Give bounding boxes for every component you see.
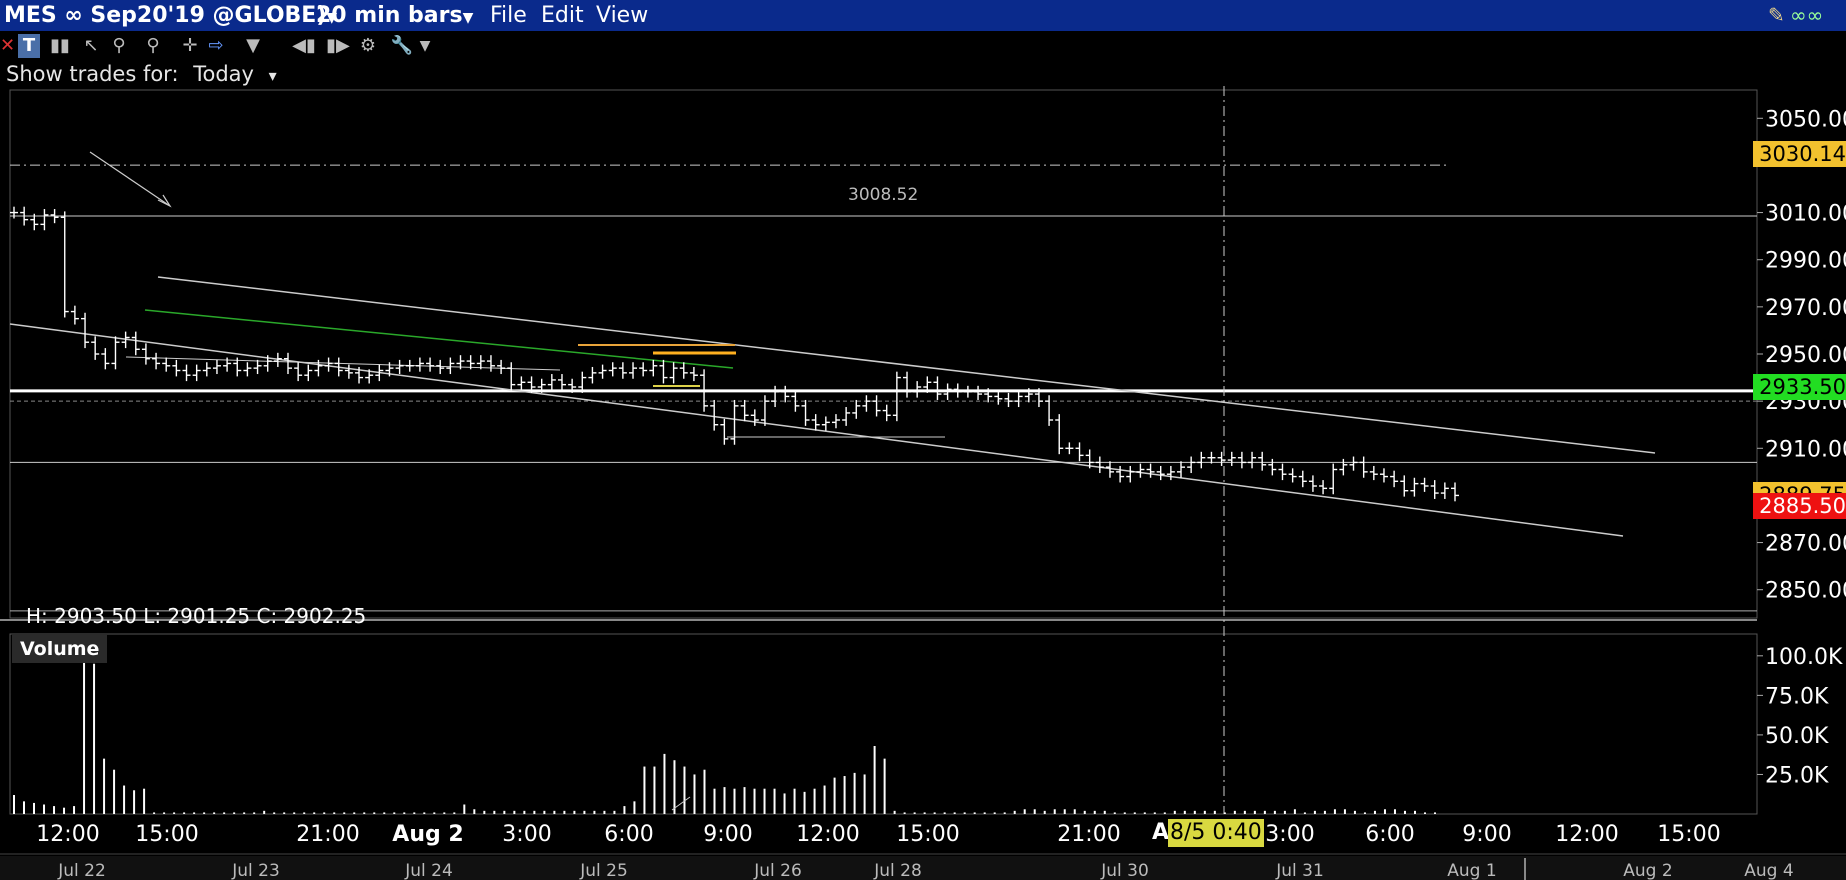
x-time-label: 12:00 — [796, 822, 859, 847]
volume-tick-label: 75.0K — [1765, 684, 1829, 709]
arrow-annotation-line — [89, 151, 171, 207]
y-tick-label: 3010.00 — [1765, 202, 1846, 227]
x-date-label: Aug 1 — [1447, 861, 1496, 880]
y-tick-label: 3050.00 — [1765, 107, 1846, 132]
lower-trendline — [9, 323, 1624, 537]
volume-tick-label: 25.0K — [1765, 763, 1829, 788]
x-date-label: Jul 22 — [57, 861, 106, 880]
y-tick-label: 2990.00 — [1765, 249, 1846, 274]
x-time-label: 12:00 — [1555, 822, 1618, 847]
x-time-label: Aug 2 — [392, 822, 463, 847]
crosshair-date-prefix: A — [1152, 820, 1170, 845]
volume-tick-label: 50.0K — [1765, 724, 1829, 749]
x-time-label: 9:00 — [1462, 822, 1511, 847]
level-value-label: 3008.52 — [848, 185, 918, 205]
price-tag-3030: 3030.14 — [1753, 141, 1846, 167]
volume-tick-label: 100.0K — [1765, 645, 1843, 670]
volume-pane-border — [9, 633, 1758, 815]
x-date-label: Aug 2 — [1623, 861, 1672, 880]
x-date-label: Jul 24 — [404, 861, 453, 880]
y-tick-label: 2870.00 — [1765, 532, 1846, 557]
x-time-label: 9:00 — [703, 822, 752, 847]
price-pane-border — [9, 89, 1758, 619]
volume-pane-label: Volume — [12, 635, 108, 663]
x-time-label: 15:00 — [135, 822, 198, 847]
price-tag-2885: 2885.50 — [1753, 493, 1846, 519]
x-date-label: Jul 30 — [1100, 861, 1149, 880]
x-time-label: 21:00 — [1057, 822, 1120, 847]
price-tag-2933: 2933.50 — [1753, 374, 1846, 400]
x-time-label: 6:00 — [1365, 822, 1414, 847]
x-time-label: 15:00 — [1657, 822, 1720, 847]
y-tick-label: 2910.00 — [1765, 437, 1846, 462]
x-time-label: 6:00 — [604, 822, 653, 847]
hlc-readout: H: 2903.50 L: 2901.25 C: 2902.25 — [26, 604, 367, 628]
x-date-label: Jul 28 — [873, 861, 922, 880]
crosshair-time-label: 8/5 0:40 — [1168, 819, 1264, 847]
x-date-label: Jul 25 — [579, 861, 628, 880]
x-date-label: Jul 23 — [231, 861, 280, 880]
green-trendline — [144, 309, 734, 369]
x-date-label: Jul 31 — [1275, 861, 1324, 880]
y-tick-label: 2950.00 — [1765, 343, 1846, 368]
y-tick-label: 2850.00 — [1765, 579, 1846, 604]
x-time-label: 3:00 — [1265, 822, 1314, 847]
x-date-label: Jul 26 — [753, 861, 802, 880]
y-tick-label: 2970.00 — [1765, 296, 1846, 321]
x-time-label: 3:00 — [502, 822, 551, 847]
x-time-label: 15:00 — [896, 822, 959, 847]
chart-area[interactable]: 3050.003010.002990.002970.002950.002930.… — [0, 0, 1846, 880]
x-date-label: Aug 4 — [1744, 861, 1793, 880]
x-time-label: 21:00 — [296, 822, 359, 847]
x-time-label: 12:00 — [36, 822, 99, 847]
